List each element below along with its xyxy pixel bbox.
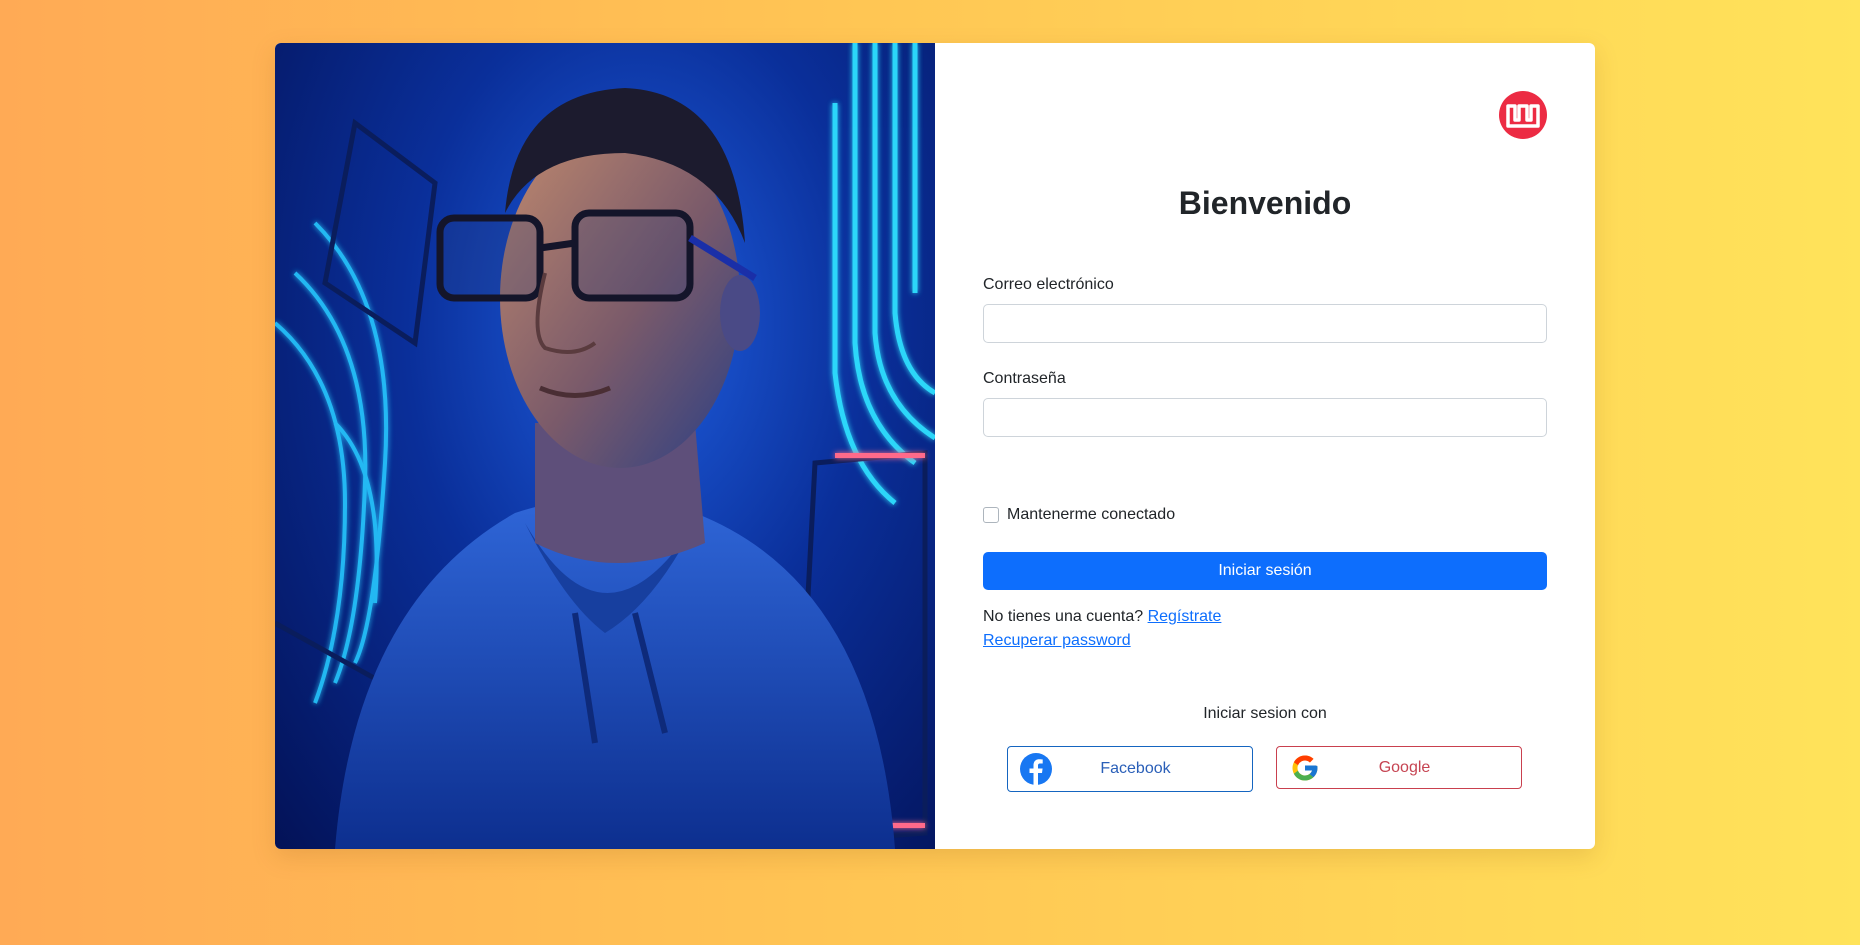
social-login-heading: Iniciar sesion con	[1203, 705, 1327, 722]
email-label: Correo electrónico	[983, 276, 1114, 293]
no-account-text: No tienes una cuenta?	[983, 608, 1144, 625]
brand-logo-icon	[1499, 91, 1547, 139]
email-field[interactable]	[983, 304, 1547, 343]
login-card: Bienvenido Correo electrónico Contraseña…	[275, 43, 1595, 849]
password-field[interactable]	[983, 398, 1547, 437]
remember-me-row[interactable]: Mantenerme conectado	[983, 506, 1175, 524]
login-form: Bienvenido Correo electrónico Contraseña…	[935, 43, 1595, 849]
recover-password-link[interactable]: Recuperar password	[983, 632, 1131, 649]
password-label: Contraseña	[983, 370, 1066, 387]
facebook-login-label: Facebook	[1100, 760, 1171, 777]
recover-line: Recuperar password	[983, 632, 1131, 650]
google-login-label: Google	[1378, 758, 1431, 776]
register-link[interactable]: Regístrate	[1148, 608, 1222, 625]
facebook-login-button[interactable]: Facebook	[1007, 746, 1253, 792]
hero-image	[275, 43, 935, 849]
google-login-button[interactable]: Google	[1276, 746, 1522, 789]
register-line: No tienes una cuenta? Regístrate	[983, 608, 1221, 626]
facebook-icon	[1019, 752, 1053, 786]
remember-me-checkbox[interactable]	[983, 507, 999, 523]
google-icon	[1288, 751, 1322, 785]
remember-me-label[interactable]: Mantenerme conectado	[1007, 506, 1175, 524]
brand-logo-mark	[1506, 104, 1540, 128]
hero-illustration	[275, 43, 935, 849]
login-button[interactable]: Iniciar sesión	[983, 552, 1547, 590]
page-title: Bienvenido	[1178, 185, 1352, 221]
